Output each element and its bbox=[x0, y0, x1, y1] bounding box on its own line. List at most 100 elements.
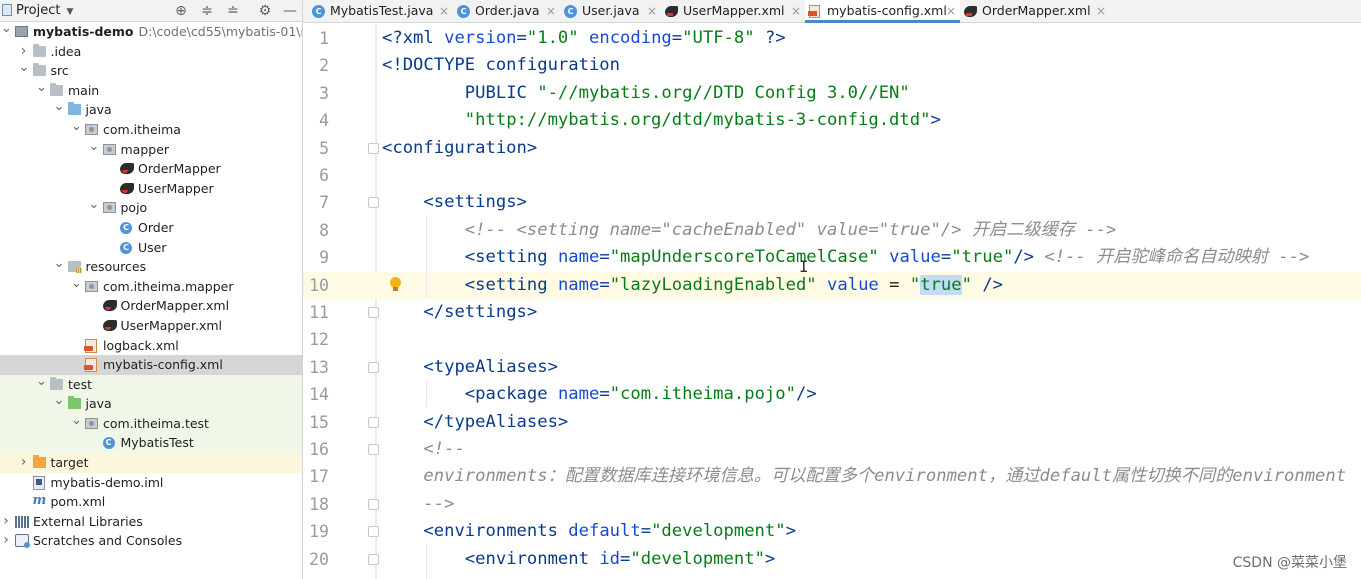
tree-item[interactable]: ⌄ pojo bbox=[0, 198, 302, 218]
close-icon[interactable]: × bbox=[791, 0, 801, 22]
close-icon[interactable]: × bbox=[946, 0, 956, 22]
close-icon[interactable]: × bbox=[647, 0, 657, 22]
chevron-down-icon[interactable]: ⌄ bbox=[1, 22, 12, 36]
code-line[interactable]: 1 <?xml version="1.0" encoding="UTF-8" ?> bbox=[303, 25, 1361, 52]
fold-marker-icon[interactable] bbox=[368, 444, 379, 455]
tree-item[interactable]: C MybatisTest bbox=[0, 433, 302, 454]
tree-item[interactable]: ⌄ mybatis-demo D:\code\cd55\mybatis-01\myb… bbox=[0, 22, 302, 42]
chevron-down-icon[interactable]: ⌄ bbox=[36, 80, 47, 95]
close-icon[interactable]: × bbox=[439, 0, 449, 22]
chevron-down-icon[interactable]: ⌄ bbox=[54, 257, 65, 271]
code-line[interactable]: 16 <!-- bbox=[303, 436, 1361, 463]
code-line[interactable]: 8 <!-- <setting name="cacheEnabled" valu… bbox=[303, 217, 1361, 244]
fold-marker-icon[interactable] bbox=[368, 142, 379, 154]
code-line[interactable]: 19 <environments default="development"> bbox=[303, 518, 1361, 545]
code-line[interactable]: 9 <setting name="mapUnderscoreToCamelCas… bbox=[303, 244, 1361, 271]
tree-item[interactable]: › External Libraries bbox=[0, 512, 302, 532]
code-line[interactable]: 15 </typeAliases> bbox=[303, 409, 1361, 436]
code-editor[interactable]: 1 <?xml version="1.0" encoding="UTF-8" ?>… bbox=[303, 23, 1361, 579]
chevron-down-icon[interactable]: ⌄ bbox=[89, 198, 100, 212]
chevron-down-icon[interactable]: ⌄ bbox=[71, 413, 82, 428]
code-token: value bbox=[889, 247, 941, 268]
expand-all-icon[interactable]: ≑ bbox=[198, 2, 216, 20]
code-line[interactable]: 17 environments：配置数据库连接环境信息。可以配置多个enviro… bbox=[303, 463, 1361, 490]
chevron-right-icon[interactable]: › bbox=[19, 42, 29, 61]
chevron-right-icon[interactable]: › bbox=[19, 453, 29, 472]
tree-item[interactable]: › Scratches and Consoles bbox=[0, 531, 302, 551]
tree-item[interactable]: ⌄ java bbox=[0, 394, 302, 414]
tree-item[interactable]: ⌄ com.itheima.test bbox=[0, 413, 302, 434]
tree-item[interactable]: mybatis-config.xml bbox=[0, 355, 302, 375]
code-line[interactable]: 4 "http://mybatis.org/dtd/mybatis-3-conf… bbox=[303, 107, 1361, 134]
editor-tab[interactable]: UserMapper.xml × bbox=[661, 0, 805, 23]
tree-item[interactable]: › .idea bbox=[0, 42, 302, 62]
chevron-down-icon[interactable]: ⌄ bbox=[54, 394, 65, 408]
editor-tab[interactable]: C User.java × bbox=[560, 0, 661, 23]
project-view-selector[interactable]: Project ▼ bbox=[2, 3, 73, 18]
minimize-icon[interactable]: — bbox=[281, 2, 299, 20]
editor-tab[interactable]: C Order.java × bbox=[453, 0, 560, 23]
tree-item[interactable]: ⌄ main bbox=[0, 80, 302, 101]
tree-item[interactable]: C User bbox=[0, 238, 302, 258]
code-line[interactable]: 18 --> bbox=[303, 491, 1361, 518]
tree-item[interactable]: logback.xml bbox=[0, 336, 302, 356]
tree-item[interactable]: mybatis-demo.iml bbox=[0, 473, 302, 493]
tree-item[interactable]: ⌄ com.itheima.mapper bbox=[0, 276, 302, 297]
chevron-down-icon[interactable]: ⌄ bbox=[71, 276, 82, 291]
code-text: <package name="com.itheima.pojo"/> bbox=[382, 381, 817, 408]
tree-item[interactable]: C Order bbox=[0, 218, 302, 238]
fold-marker-icon[interactable] bbox=[368, 553, 379, 565]
fold-marker-icon[interactable] bbox=[368, 307, 379, 318]
tree-item[interactable]: UserMapper.xml bbox=[0, 316, 302, 336]
chevron-down-icon[interactable]: ⌄ bbox=[54, 100, 65, 114]
fold-marker-icon[interactable] bbox=[368, 498, 379, 510]
code-line[interactable]: 20 <environment id="development"> bbox=[303, 546, 1361, 573]
code-line[interactable]: 2 <!DOCTYPE configuration bbox=[303, 52, 1361, 79]
code-text: "http://mybatis.org/dtd/mybatis-3-config… bbox=[382, 107, 941, 134]
tree-item[interactable]: OrderMapper.xml bbox=[0, 296, 302, 316]
code-token: PUBLIC bbox=[464, 82, 538, 103]
gear-icon[interactable]: ⚙ bbox=[256, 2, 274, 20]
tree-item[interactable]: ⌄ java bbox=[0, 100, 302, 120]
chevron-down-icon[interactable]: ⌄ bbox=[71, 119, 82, 134]
code-line[interactable]: 6 bbox=[303, 162, 1361, 189]
fold-marker-icon[interactable] bbox=[368, 197, 379, 209]
tree-item[interactable]: m pom.xml bbox=[0, 492, 302, 512]
code-line[interactable]: 3 PUBLIC "-//mybatis.org//DTD Config 3.0… bbox=[303, 80, 1361, 107]
collapse-all-icon[interactable]: ≐ bbox=[224, 2, 242, 20]
chevron-right-icon[interactable]: › bbox=[1, 531, 11, 550]
editor-tab[interactable]: OrderMapper.xml × bbox=[960, 0, 1110, 23]
fold-marker-icon[interactable] bbox=[368, 416, 379, 428]
tree-item[interactable]: › target bbox=[0, 453, 302, 473]
code-line[interactable]: 14 <package name="com.itheima.pojo"/> bbox=[303, 381, 1361, 408]
editor-tab[interactable]: mybatis-config.xml × bbox=[805, 0, 960, 23]
close-icon[interactable]: × bbox=[1096, 0, 1106, 22]
chevron-down-icon[interactable]: ⌄ bbox=[89, 139, 100, 154]
tree-item[interactable]: ⌄ src bbox=[0, 61, 302, 81]
tree-item[interactable]: UserMapper bbox=[0, 179, 302, 199]
code-token: name bbox=[557, 384, 600, 405]
tree-item[interactable]: ⌄ test bbox=[0, 374, 302, 395]
chevron-down-icon[interactable]: ⌄ bbox=[19, 61, 30, 75]
code-line[interactable]: 7 <settings> bbox=[303, 189, 1361, 216]
tree-item[interactable]: OrderMapper bbox=[0, 159, 302, 179]
fold-marker-icon[interactable] bbox=[368, 526, 379, 538]
fold-marker-icon[interactable] bbox=[368, 361, 379, 373]
chevron-down-icon[interactable]: ⌄ bbox=[36, 374, 47, 389]
close-icon[interactable]: × bbox=[546, 0, 556, 22]
tree-item[interactable]: ⌄ mapper bbox=[0, 139, 302, 160]
editor-tab[interactable]: C MybatisTest.java × bbox=[308, 0, 453, 23]
project-title: Project bbox=[16, 3, 61, 18]
code-line[interactable]: 12 bbox=[303, 326, 1361, 353]
code-line[interactable]: 13 <typeAliases> bbox=[303, 354, 1361, 381]
crosshair-icon[interactable]: ⊕ bbox=[172, 2, 190, 20]
tree-item[interactable]: ⌄ resources bbox=[0, 257, 302, 277]
code-line[interactable]: 11 </settings> bbox=[303, 299, 1361, 326]
tree-item[interactable]: ⌄ com.itheima bbox=[0, 119, 302, 140]
code-line[interactable]: 10 <setting name="lazyLoadingEnabled" va… bbox=[303, 271, 1361, 299]
code-line[interactable]: 5 <configuration> bbox=[303, 135, 1361, 162]
chevron-right-icon[interactable]: › bbox=[1, 512, 11, 531]
